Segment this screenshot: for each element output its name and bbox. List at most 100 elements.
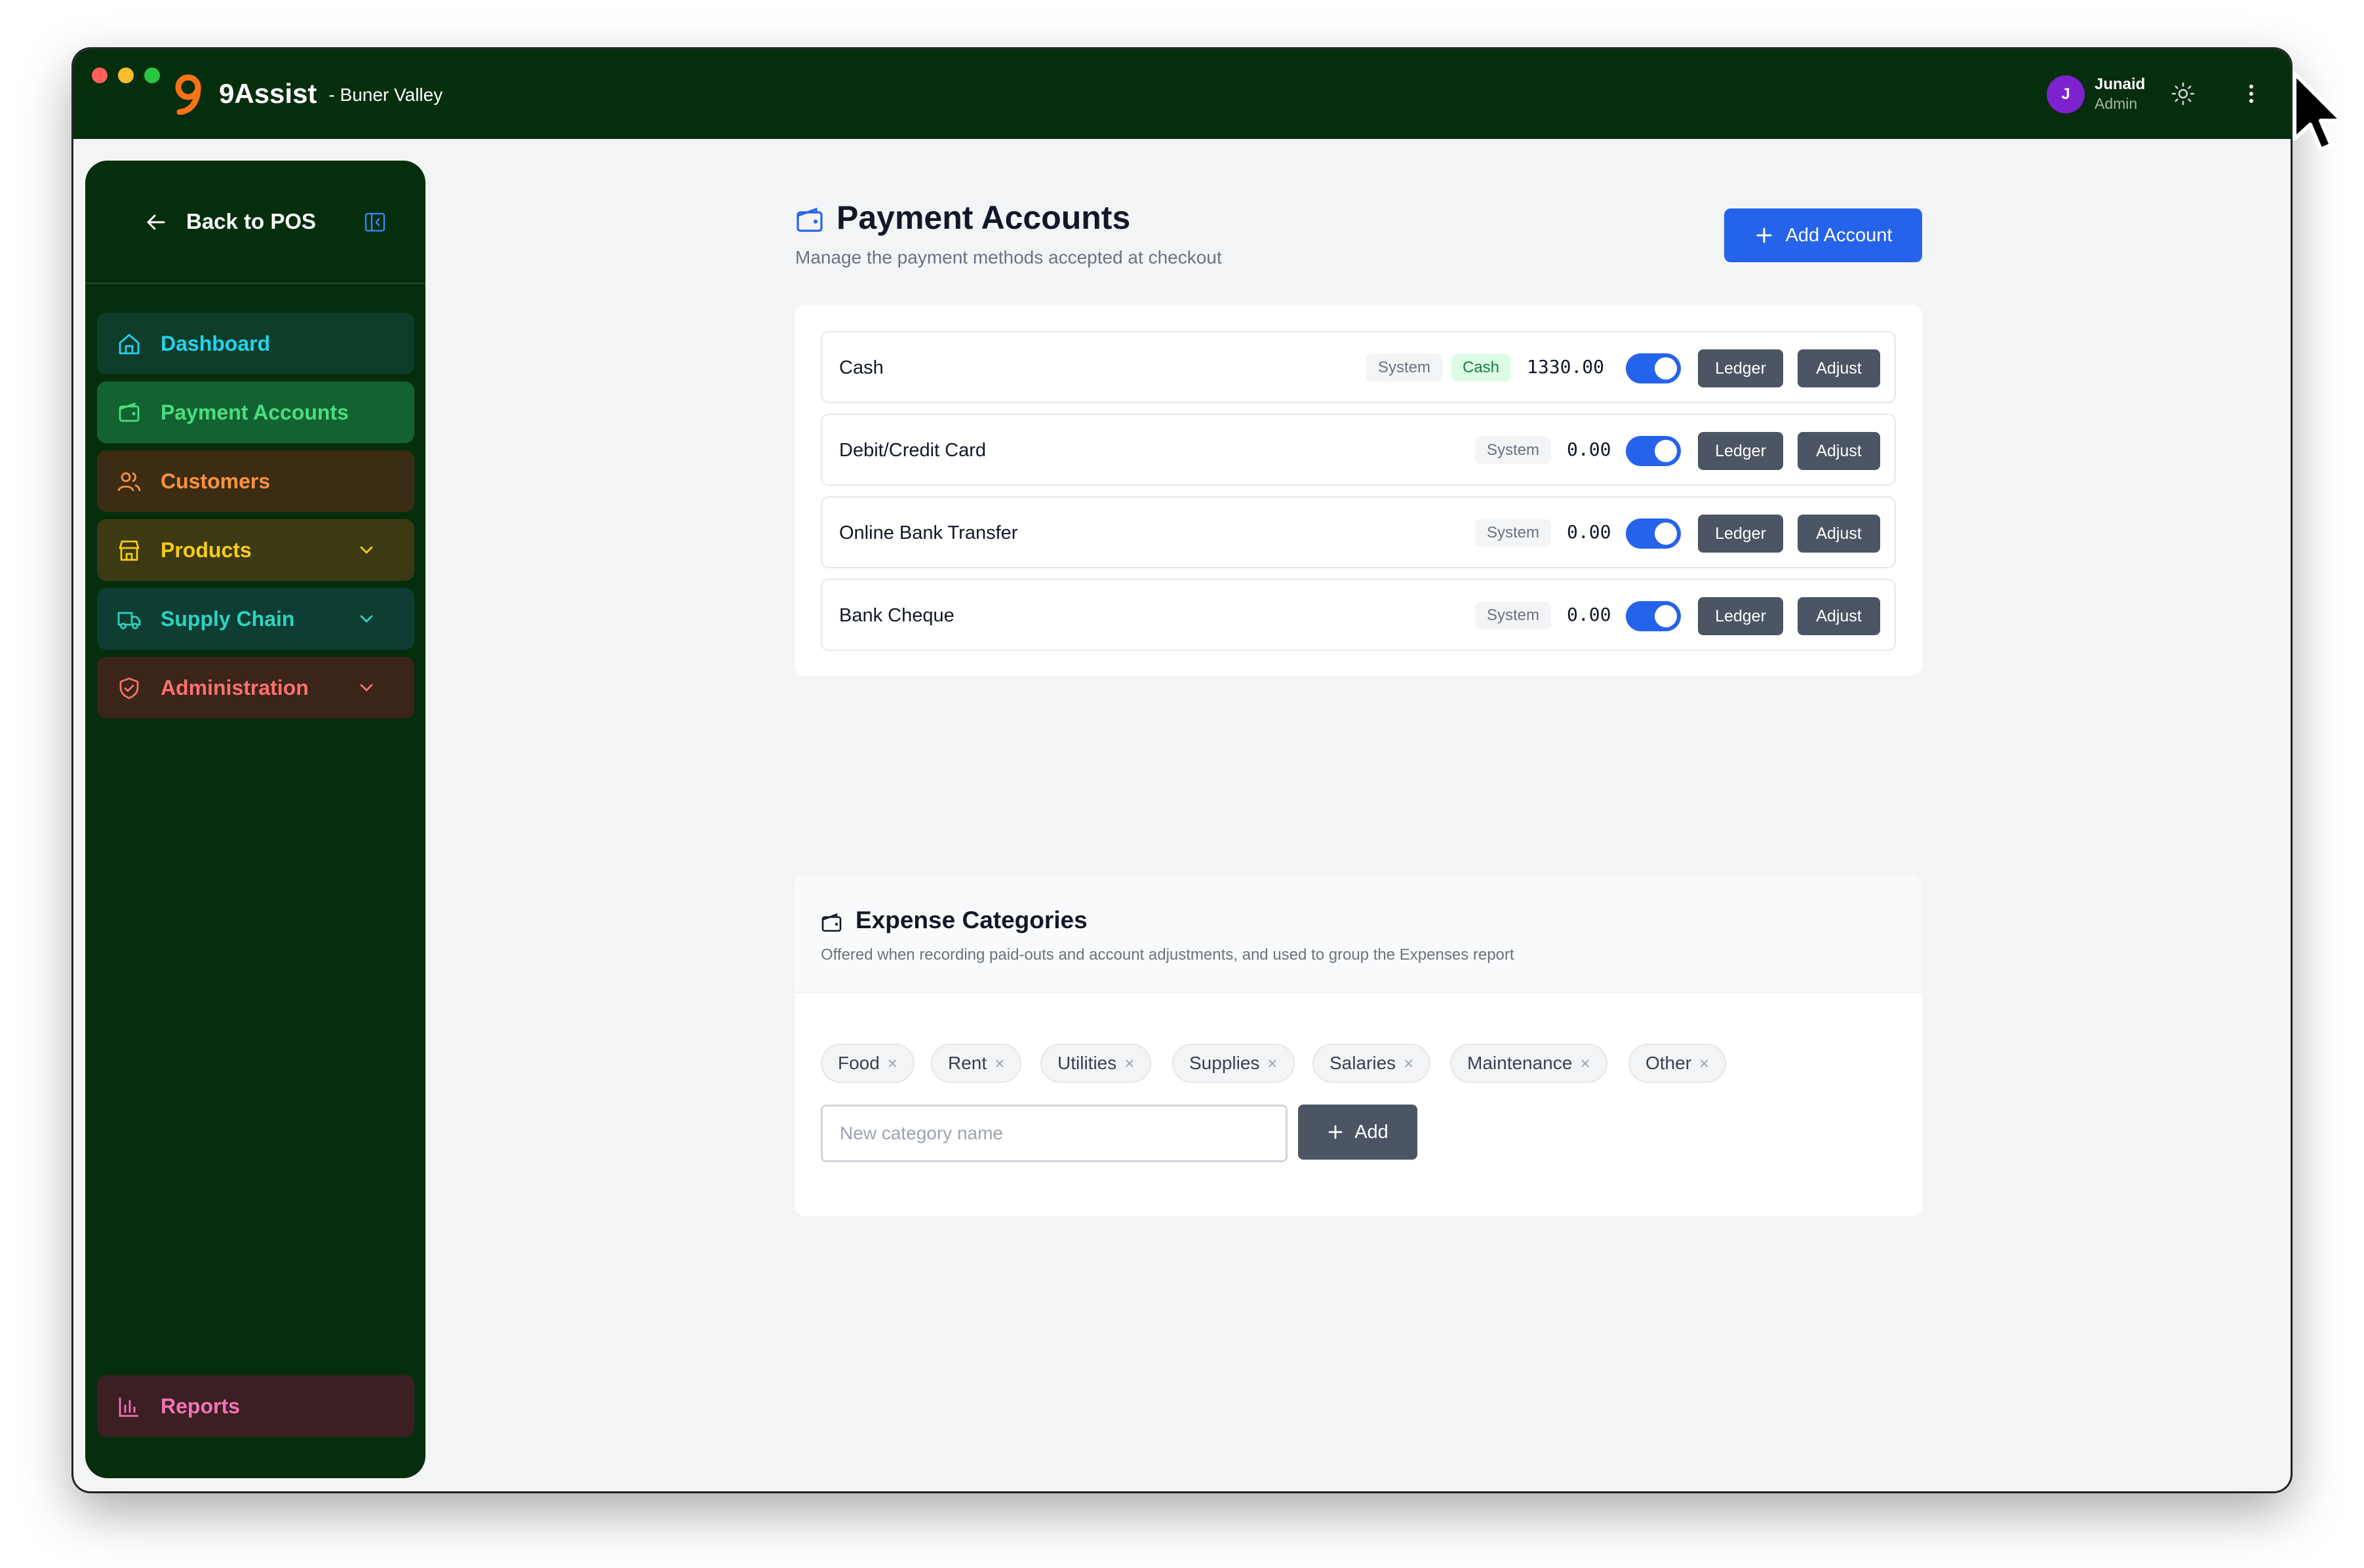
home-icon [119,334,140,355]
category-label: Maintenance [1467,1053,1573,1073]
system-badge: System [1475,519,1551,547]
store-location: - Buner Valley [328,85,443,105]
new-category-input[interactable] [821,1105,1288,1162]
chevron-down-icon[interactable] [357,678,376,697]
account-row-online-bank-transfer[interactable]: Online Bank Transfer System 0.00 Ledger … [821,496,1896,568]
sidebar-item-label: Customers [161,469,271,493]
remove-category-icon[interactable]: × [1699,1053,1709,1074]
user-role: Admin [2095,95,2138,112]
account-balance: 0.00 [1567,604,1611,625]
app-name: 9Assist [219,78,317,109]
category-chip: Food × [821,1044,915,1083]
expense-categories-header: Expense Categories Offered when recordin… [795,875,1922,993]
sidebar-item-label: Supply Chain [161,607,295,631]
back-to-pos-link[interactable]: Back to POS [186,209,316,234]
sidebar-item-label: Products [161,538,252,562]
store-icon [119,540,140,561]
account-enabled-toggle[interactable] [1626,601,1681,631]
wallet-icon [821,913,842,932]
account-name: Debit/Credit Card [839,440,987,461]
sidebar-item-payment-accounts[interactable]: Payment Accounts [97,382,414,443]
arrow-left-icon[interactable] [144,210,168,234]
sidebar-item-dashboard[interactable]: Dashboard [97,313,414,374]
minimize-window-button[interactable] [118,68,134,83]
ledger-button[interactable]: Ledger [1698,515,1783,553]
sidebar-item-supply-chain[interactable]: Supply Chain [97,588,414,650]
chevron-down-icon[interactable] [357,609,376,629]
sidebar-item-label: Administration [161,676,309,699]
sidebar-item-label: Dashboard [161,332,271,355]
ledger-button[interactable]: Ledger [1698,597,1783,635]
remove-category-icon[interactable]: × [1124,1053,1134,1074]
ledger-button[interactable]: Ledger [1698,349,1783,387]
category-chip: Rent × [931,1044,1022,1083]
more-vertical-icon[interactable] [2238,81,2264,107]
bar-chart-icon [119,1398,138,1417]
wallet-icon [119,402,140,422]
users-icon [117,472,141,492]
wallet-icon [797,207,823,232]
remove-category-icon[interactable]: × [888,1053,897,1074]
adjust-button[interactable]: Adjust [1798,597,1880,635]
title-bar: 9Assist - Buner Valley J Junaid Admin [73,49,2291,139]
sidebar-item-products[interactable]: Products [97,519,414,581]
sidebar-item-reports[interactable]: Reports [97,1375,414,1437]
account-name: Cash [839,357,884,378]
account-enabled-toggle[interactable] [1626,519,1681,549]
account-name: Online Bank Transfer [839,522,1018,543]
category-label: Food [838,1053,880,1073]
category-label: Rent [948,1053,987,1073]
account-balance: 0.00 [1567,521,1611,543]
section-title: Expense Categories [856,907,1088,933]
add-category-label: Add [1354,1121,1389,1143]
ledger-button[interactable]: Ledger [1698,432,1783,470]
truck-icon [117,612,141,629]
account-row-bank-cheque[interactable]: Bank Cheque System 0.00 Ledger Adjust [821,579,1896,651]
maximize-window-button[interactable] [144,68,160,83]
app-window: 9Assist - Buner Valley J Junaid Admin Ba… [73,49,2291,1491]
accounts-card: Cash System Cash 1330.00 Ledger Adjust D… [795,305,1922,676]
category-label: Supplies [1189,1053,1260,1073]
category-chip: Utilities × [1040,1044,1152,1083]
back-to-pos-row: Back to POS [85,161,425,284]
page-subtitle: Manage the payment methods accepted at c… [795,247,1222,267]
adjust-button[interactable]: Adjust [1798,349,1880,387]
category-chip: Salaries × [1312,1044,1431,1083]
mouse-cursor-icon [2293,71,2343,151]
account-enabled-toggle[interactable] [1626,436,1681,466]
account-row-cash[interactable]: Cash System Cash 1330.00 Ledger Adjust [821,331,1896,403]
system-badge: System [1475,602,1551,629]
user-avatar[interactable]: J [2047,75,2085,113]
sidebar-item-label: Payment Accounts [161,401,349,424]
account-name: Bank Cheque [839,605,955,626]
type-badge: Cash [1451,354,1510,382]
sidebar-item-administration[interactable]: Administration [97,657,414,718]
category-label: Salaries [1330,1053,1396,1073]
account-row-debit-credit-card[interactable]: Debit/Credit Card System 0.00 Ledger Adj… [821,414,1896,486]
adjust-button[interactable]: Adjust [1798,432,1880,470]
remove-category-icon[interactable]: × [1580,1053,1590,1074]
close-window-button[interactable] [92,68,108,83]
remove-category-icon[interactable]: × [1267,1053,1277,1074]
account-enabled-toggle[interactable] [1626,353,1681,383]
adjust-button[interactable]: Adjust [1798,515,1880,553]
shield-icon [119,677,139,699]
sidebar-item-customers[interactable]: Customers [97,450,414,512]
sidebar-collapse-icon[interactable] [363,210,387,234]
sidebar-item-label: Reports [161,1394,240,1418]
chevron-down-icon[interactable] [357,540,376,560]
app-logo-icon [175,74,201,115]
category-chip: Supplies × [1172,1044,1295,1083]
category-chip: Other × [1628,1044,1727,1083]
window-controls [92,68,160,83]
account-balance: 1330.00 [1527,356,1605,378]
add-category-button[interactable]: Add [1298,1105,1417,1160]
system-badge: System [1475,437,1551,464]
sidebar: Back to POS Dashboard Payment Accounts C… [85,161,425,1478]
remove-category-icon[interactable]: × [1404,1053,1413,1074]
sun-icon[interactable] [2170,81,2196,107]
add-account-button[interactable]: Add Account [1724,208,1922,262]
remove-category-icon[interactable]: × [995,1053,1004,1074]
expense-categories-card: Expense Categories Offered when recordin… [795,875,1922,1216]
user-name[interactable]: Junaid [2095,75,2145,94]
